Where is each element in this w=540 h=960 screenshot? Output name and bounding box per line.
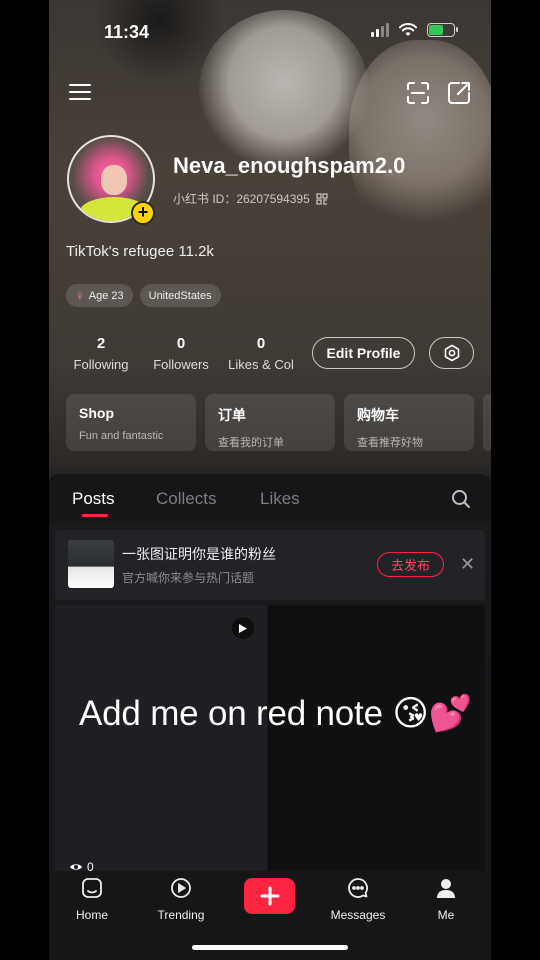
search-icon[interactable] (449, 487, 473, 511)
wifi-icon (399, 23, 417, 36)
cart-card[interactable]: 购物车 查看推荐好物 (344, 394, 474, 451)
banner-subtitle: 官方喊你来参与热门话题 (122, 571, 255, 585)
orders-card-title: 订单 (218, 407, 246, 423)
more-card[interactable] (483, 394, 491, 451)
age-tag: ♀ Age 23 (66, 284, 133, 307)
profile-screen: 11:34 + Neva_enoughspam2.0 小红书 ID：262075… (49, 0, 491, 960)
stat-following-label: Following (73, 357, 129, 372)
nav-trending[interactable]: Trending (146, 877, 216, 922)
topic-banner[interactable]: 一张图证明你是谁的粉丝 官方喊你来参与热门话题 去发布 ✕ (55, 530, 485, 600)
active-tab-indicator (82, 514, 108, 517)
publish-button[interactable]: 去发布 (377, 552, 444, 577)
nav-messages[interactable]: Messages (323, 877, 393, 922)
location-tag-label: UnitedStates (148, 289, 212, 302)
cart-card-subtitle: 查看推荐好物 (357, 437, 423, 449)
empty-grid-slot (268, 605, 485, 875)
nav-trending-label: Trending (157, 908, 205, 922)
stat-likes-count: 0 (256, 335, 266, 352)
home-icon (82, 878, 102, 898)
female-icon: ♀ (75, 288, 85, 303)
orders-card-subtitle: 查看我的订单 (218, 437, 284, 449)
quick-cards: Shop Fun and fantastic 订单 查看我的订单 购物车 查看推… (66, 394, 491, 451)
nav-home[interactable]: Home (57, 877, 127, 922)
video-caption-overlay: Add me on red note 😘💕 (79, 694, 473, 733)
post-grid (55, 605, 485, 875)
chat-bubble-icon (348, 878, 368, 898)
location-tag: UnitedStates (139, 284, 221, 307)
cart-card-title: 购物车 (357, 407, 399, 423)
status-time: 11:34 (104, 22, 150, 42)
add-avatar-button[interactable]: + (131, 201, 155, 225)
orders-card[interactable]: 订单 查看我的订单 (205, 394, 335, 451)
nav-me-label: Me (437, 908, 455, 922)
stat-likes[interactable]: 0 Likes & Col (221, 335, 301, 372)
background-photo-light-2 (349, 40, 491, 240)
age-tag-label: Age 23 (88, 289, 124, 302)
cellular-signal-icon (371, 23, 389, 37)
nav-messages-label: Messages (330, 908, 386, 922)
create-post-button[interactable] (244, 878, 295, 914)
tab-posts[interactable]: Posts (72, 489, 115, 509)
nav-home-label: Home (75, 908, 108, 922)
stat-followers[interactable]: 0 Followers (141, 335, 221, 372)
battery-icon (427, 23, 458, 37)
post-card[interactable] (55, 605, 267, 875)
gear-icon (444, 344, 459, 362)
plus-icon (260, 886, 279, 906)
stat-followers-label: Followers (153, 357, 209, 372)
play-icon (232, 617, 254, 639)
banner-title: 一张图证明你是谁的粉丝 (122, 546, 276, 562)
content-tabs: Posts Collects Likes (49, 474, 491, 522)
stat-followers-count: 0 (176, 335, 186, 352)
bottom-nav: Home Trending Messages Me (49, 871, 491, 960)
shop-card-subtitle: Fun and fantastic (79, 430, 164, 442)
user-id: 小红书 ID：26207594395 (173, 192, 310, 206)
username: Neva_enoughspam2.0 (173, 153, 406, 178)
share-icon[interactable] (445, 79, 473, 107)
stat-following-count: 2 (96, 335, 106, 352)
tab-likes[interactable]: Likes (260, 489, 300, 509)
shop-card[interactable]: Shop Fun and fantastic (66, 394, 196, 451)
tab-collects[interactable]: Collects (156, 489, 216, 509)
scan-icon[interactable] (404, 79, 432, 107)
status-icons (371, 23, 458, 37)
menu-icon[interactable] (65, 80, 95, 104)
stat-likes-label: Likes & Col (228, 357, 294, 372)
qr-code-icon[interactable] (316, 192, 328, 205)
settings-button[interactable] (429, 337, 474, 369)
play-circle-icon (171, 878, 191, 898)
background-photo-light (199, 10, 369, 170)
bio: TikTok's refugee 11.2k (66, 243, 214, 260)
profile-tags: ♀ Age 23 UnitedStates (66, 284, 221, 307)
person-icon (437, 879, 455, 898)
home-indicator (192, 945, 348, 950)
edit-profile-button[interactable]: Edit Profile (312, 337, 415, 369)
banner-thumbnail (68, 540, 114, 588)
shop-card-title: Shop (79, 405, 114, 421)
close-icon[interactable]: ✕ (460, 554, 475, 575)
nav-me[interactable]: Me (411, 877, 481, 922)
stat-following[interactable]: 2 Following (61, 335, 141, 372)
user-id-row: 小红书 ID：26207594395 (173, 190, 328, 207)
profile-stats: 2 Following 0 Followers 0 Likes & Col (61, 335, 301, 372)
